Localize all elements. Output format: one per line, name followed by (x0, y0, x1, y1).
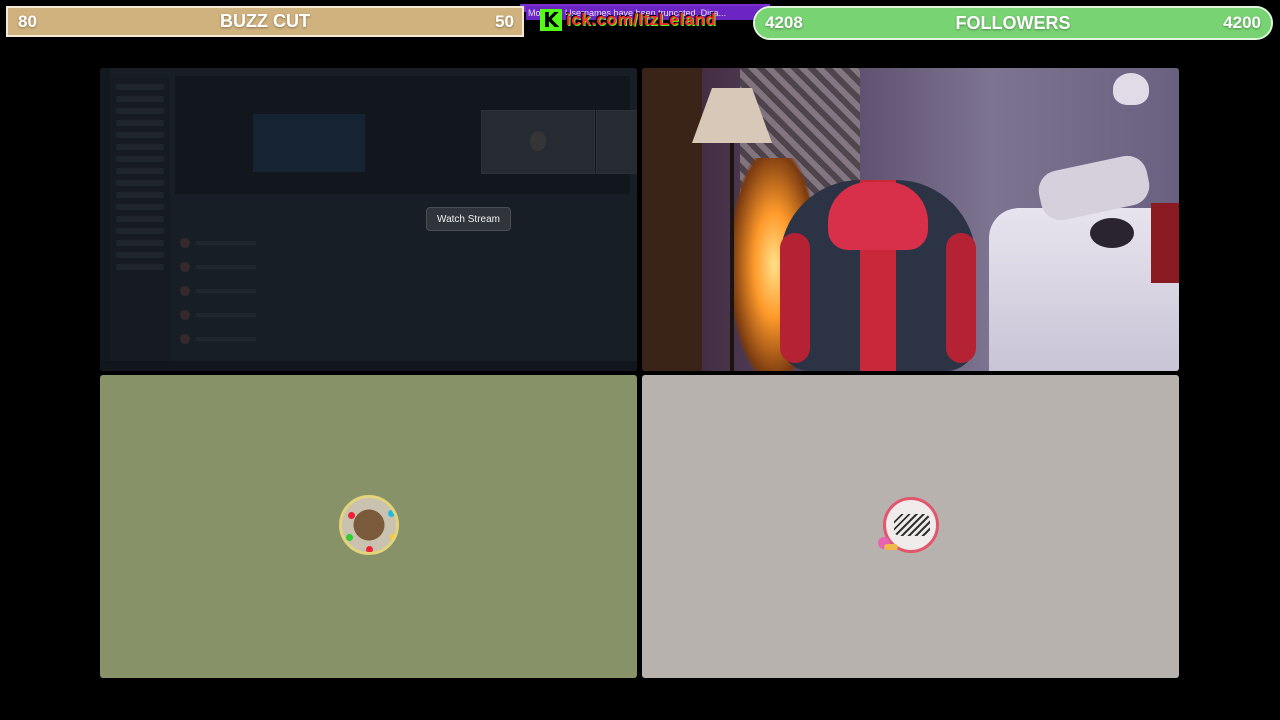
followers-current-value: 4208 (765, 13, 803, 32)
participant-tile-1[interactable] (100, 375, 637, 678)
kick-logo-icon: K (540, 8, 562, 32)
webcam-tile[interactable] (642, 68, 1179, 371)
goal-current-value: 80 (18, 11, 37, 31)
stream-dim-overlay (100, 68, 637, 371)
followers-progress-fill (755, 8, 1271, 38)
goal-target-value: 50 (495, 11, 514, 31)
shared-screen-preview (100, 68, 637, 371)
webcam-cat (1090, 218, 1134, 248)
snail-icon (878, 535, 898, 551)
kick-channel-url: ick.com/ItzLeland (566, 10, 717, 29)
gaming-chair-headrest (828, 182, 928, 250)
followers-target-value: 4200 (1223, 13, 1261, 32)
watch-stream-button[interactable]: Watch Stream (426, 207, 511, 231)
gaming-chair-wing-left (780, 233, 810, 363)
goal-title: BUZZ CUT (220, 11, 310, 31)
followers-goal-bar: 4208 FOLLOWERS 4200 (753, 6, 1273, 40)
webcam-lamp-pole (730, 143, 734, 371)
webcam-red-blanket (1151, 203, 1179, 283)
buzz-cut-goal-bar: 80 BUZZ CUT 50 (6, 6, 524, 37)
gaming-chair-wing-right (946, 233, 976, 363)
kick-url-banner: K ick.com/ItzLeland (540, 7, 716, 33)
participant-tile-2[interactable] (642, 375, 1179, 678)
webcam-door (642, 68, 702, 371)
participant-avatar-monkey (339, 495, 399, 555)
webcam-hat (1113, 73, 1149, 105)
screen-share-tile[interactable]: Watch Stream (100, 68, 637, 371)
